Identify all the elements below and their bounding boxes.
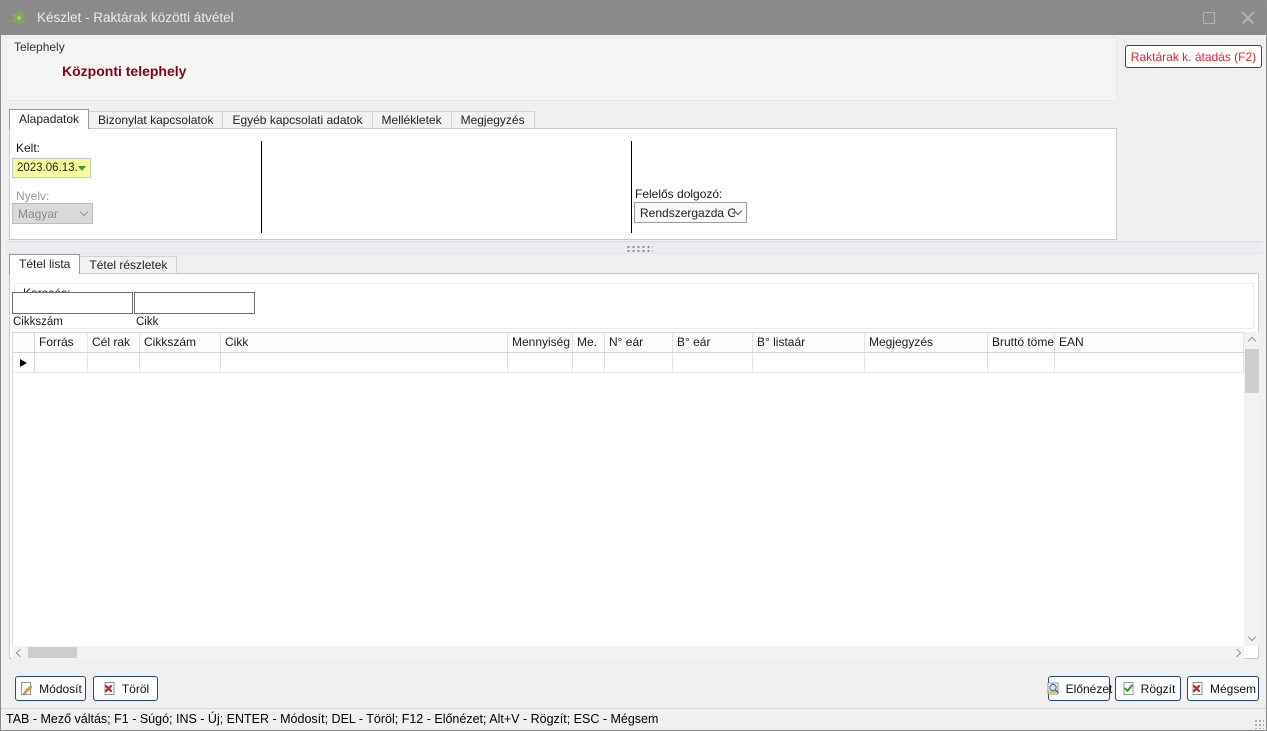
date-label: Kelt: bbox=[16, 141, 40, 155]
save-button[interactable]: Rögzít bbox=[1115, 676, 1181, 701]
site-name: Központi telephely bbox=[62, 63, 186, 79]
edit-pencil-icon bbox=[19, 681, 34, 696]
chevron-down-icon bbox=[80, 208, 88, 216]
date-field[interactable]: 2023.06.13. bbox=[12, 158, 91, 178]
current-row-marker bbox=[13, 353, 35, 372]
horizontal-scrollbar-thumb[interactable] bbox=[28, 647, 77, 658]
scroll-left-button[interactable] bbox=[12, 646, 27, 659]
col-header-brutto-tomeg[interactable]: Bruttó tömeg bbox=[988, 333, 1055, 352]
col-header-ean[interactable]: EAN bbox=[1055, 333, 1244, 352]
col-header-megjegyzes[interactable]: Megjegyzés bbox=[865, 333, 988, 352]
table-row[interactable] bbox=[13, 353, 1244, 373]
warehouse-transfer-button[interactable]: Raktárak k. átadás (F2) bbox=[1125, 45, 1262, 68]
items-grid[interactable]: Forrás Cél rak Cikkszám Cikk Mennyiség M… bbox=[12, 332, 1244, 646]
horizontal-scrollbar[interactable] bbox=[12, 646, 1244, 659]
responsible-combobox[interactable]: Rendszergazda Gé bbox=[634, 202, 747, 223]
tab-tetel-reszletek[interactable]: Tétel részletek bbox=[79, 256, 177, 274]
tab-egyeb-kapcsolati-adatok[interactable]: Egyéb kapcsolati adatok bbox=[222, 111, 372, 129]
col-header-cikkszam[interactable]: Cikkszám bbox=[140, 333, 221, 352]
vertical-scrollbar-thumb[interactable] bbox=[1245, 349, 1259, 393]
green-check-icon bbox=[1121, 681, 1136, 696]
calendar-dropdown-icon bbox=[78, 166, 86, 171]
app-icon bbox=[11, 10, 27, 26]
tab-tetel-lista[interactable]: Tétel lista bbox=[9, 254, 80, 274]
preview-button[interactable]: Előnézet bbox=[1048, 676, 1110, 701]
chevron-down-icon bbox=[1248, 633, 1256, 641]
detail-tabstrip: Tétel lista Tétel részletek bbox=[9, 254, 177, 274]
language-label: Nyelv: bbox=[16, 189, 49, 203]
chevron-left-icon bbox=[15, 648, 23, 656]
status-bar: TAB - Mező váltás; F1 - Súgó; INS - Új; … bbox=[1, 708, 1266, 731]
chevron-down-icon bbox=[734, 207, 742, 215]
item-list-panel: Keresés: Cikkszám Cikk Forrás Cél rak Ci… bbox=[9, 273, 1259, 659]
resize-grip-icon[interactable] bbox=[1254, 719, 1264, 729]
col-header-b-ear[interactable]: B° eár bbox=[673, 333, 753, 352]
scroll-up-button[interactable] bbox=[1244, 332, 1260, 347]
col-header-forras[interactable]: Forrás bbox=[35, 333, 88, 352]
divider bbox=[261, 141, 262, 233]
col-header-cikk[interactable]: Cikk bbox=[221, 333, 508, 352]
horizontal-splitter[interactable] bbox=[6, 241, 1263, 254]
scroll-down-button[interactable] bbox=[1244, 631, 1260, 646]
tab-mellekletek[interactable]: Mellékletek bbox=[372, 111, 452, 129]
date-value: 2023.06.13. bbox=[17, 162, 78, 174]
modify-button[interactable]: Módosít bbox=[15, 676, 86, 701]
status-bar-text: TAB - Mező váltás; F1 - Súgó; INS - Új; … bbox=[6, 712, 658, 726]
delete-button[interactable]: Töröl bbox=[93, 676, 158, 701]
divider bbox=[631, 141, 632, 233]
col-header-b-listaar[interactable]: B° listaár bbox=[753, 333, 865, 352]
language-combobox: Magyar bbox=[12, 203, 93, 224]
row-arrow-icon bbox=[20, 359, 27, 367]
delete-button-label: Töröl bbox=[122, 682, 149, 696]
grid-header-row: Forrás Cél rak Cikkszám Cikk Mennyiség M… bbox=[13, 333, 1244, 353]
responsible-value: Rendszergazda Gé bbox=[640, 206, 735, 220]
maximize-button[interactable] bbox=[1199, 8, 1221, 28]
tab-alapadatok[interactable]: Alapadatok bbox=[9, 109, 89, 129]
main-tabstrip: Alapadatok Bizonylat kapcsolatok Egyéb k… bbox=[9, 109, 535, 129]
save-button-label: Rögzít bbox=[1141, 682, 1176, 696]
col-header-me[interactable]: Me. bbox=[573, 333, 605, 352]
item-name-search-input[interactable] bbox=[134, 292, 255, 314]
preview-button-label: Előnézet bbox=[1066, 682, 1113, 696]
maximize-icon bbox=[1203, 12, 1215, 24]
titlebar: Készlet - Raktárak közötti átvétel bbox=[1, 1, 1266, 35]
vertical-scrollbar[interactable] bbox=[1244, 332, 1260, 646]
tab-megjegyzes[interactable]: Megjegyzés bbox=[451, 111, 535, 129]
chevron-right-icon bbox=[1232, 648, 1240, 656]
responsible-label: Felelős dolgozó: bbox=[635, 187, 722, 201]
print-preview-magnifier-icon bbox=[1046, 681, 1061, 696]
row-selector-header bbox=[13, 333, 35, 352]
col-header-mennyiseg[interactable]: Mennyiség bbox=[508, 333, 573, 352]
chevron-up-icon bbox=[1248, 337, 1256, 345]
window-title: Készlet - Raktárak közötti átvétel bbox=[37, 1, 234, 35]
cancel-red-x-icon bbox=[1190, 681, 1205, 696]
item-label: Cikk bbox=[136, 316, 158, 328]
cancel-button[interactable]: Mégsem bbox=[1187, 676, 1259, 701]
basic-data-panel: Kelt: 2023.06.13. Nyelv: Magyar Felelős … bbox=[9, 128, 1117, 240]
delete-red-x-icon bbox=[102, 681, 117, 696]
item-number-search-input[interactable] bbox=[12, 292, 133, 314]
site-groupbox: Telephely Központi telephely bbox=[6, 37, 1117, 101]
app-window: Készlet - Raktárak közötti átvétel Telep… bbox=[0, 0, 1267, 731]
col-header-cel-raktar[interactable]: Cél rak bbox=[88, 333, 140, 352]
close-button[interactable] bbox=[1237, 8, 1259, 28]
tab-bizonylat-kapcsolatok[interactable]: Bizonylat kapcsolatok bbox=[88, 111, 223, 129]
splitter-grip-icon bbox=[626, 245, 653, 253]
modify-button-label: Módosít bbox=[39, 682, 82, 696]
item-number-label: Cikkszám bbox=[13, 316, 63, 328]
col-header-n-ear[interactable]: N° eár bbox=[605, 333, 673, 352]
site-group-label: Telephely bbox=[14, 40, 65, 54]
language-value: Magyar bbox=[18, 207, 81, 221]
scroll-right-button[interactable] bbox=[1229, 646, 1244, 659]
cancel-button-label: Mégsem bbox=[1210, 682, 1256, 696]
